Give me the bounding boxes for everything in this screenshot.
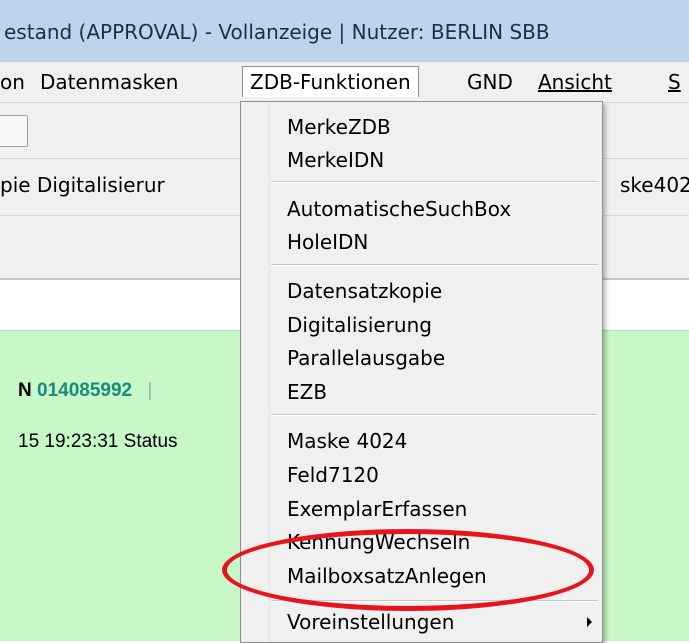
menu-option-kennungwechseln[interactable]: KennungWechseln — [287, 527, 470, 557]
record-label: N — [18, 380, 32, 401]
menu-option-digitalisierung[interactable]: Digitalisierung — [287, 310, 432, 340]
toolbar-function-links[interactable]: pie Digitalisierur — [0, 173, 165, 197]
zdb-funktionen-dropdown: MerkeZDB MerkeIDN AutomatischeSuchBox Ho… — [240, 101, 603, 643]
menu-item-partial[interactable]: on — [0, 67, 25, 97]
toolbar-button[interactable] — [0, 115, 28, 147]
menu-option-voreinstellungen[interactable]: Voreinstellungen — [287, 607, 454, 637]
window-title: estand (APPROVAL) - Vollanzeige | Nutzer… — [4, 20, 550, 44]
menu-option-feld7120[interactable]: Feld7120 — [287, 460, 379, 490]
record-header: N 014085992 | — [18, 380, 152, 402]
menu-option-automatischesuchbox[interactable]: AutomatischeSuchBox — [287, 194, 511, 224]
menu-option-merkeidn[interactable]: MerkeIDN — [287, 145, 384, 175]
menu-bar: on Datenmasken ZDB-Funktionen GND Ansich… — [0, 62, 689, 103]
menu-option-parallelausgabe[interactable]: Parallelausgabe — [287, 343, 445, 373]
menu-option-holeidn[interactable]: HoleIDN — [287, 227, 368, 257]
title-bar: estand (APPROVAL) - Vollanzeige | Nutzer… — [0, 0, 689, 62]
menu-separator — [271, 414, 598, 416]
menu-separator — [271, 264, 598, 266]
toolbar-function-maske[interactable]: ske402 — [620, 173, 689, 197]
menu-gutter — [269, 102, 270, 642]
record-date-status: 15 19:23:31 Status — [18, 431, 178, 452]
submenu-arrow-icon — [587, 617, 592, 627]
record-separator: | — [147, 380, 153, 401]
menu-separator — [271, 600, 598, 602]
menu-separator — [271, 181, 598, 183]
menu-option-exemplarerfassen[interactable]: ExemplarErfassen — [287, 494, 467, 524]
menu-option-maske-4024[interactable]: Maske 4024 — [287, 426, 407, 456]
record-id[interactable]: 014085992 — [37, 380, 132, 401]
menu-option-merkezdb[interactable]: MerkeZDB — [287, 112, 391, 142]
menu-option-ezb[interactable]: EZB — [287, 377, 327, 407]
menu-item-gnd[interactable]: GND — [467, 67, 513, 97]
menu-item-datenmasken[interactable]: Datenmasken — [40, 67, 179, 97]
menu-item-ansicht[interactable]: Ansicht — [538, 67, 612, 97]
menu-item-zdb-funktionen[interactable]: ZDB-Funktionen — [242, 66, 419, 97]
menu-item-truncated[interactable]: S — [668, 67, 681, 97]
menu-option-datensatzkopie[interactable]: Datensatzkopie — [287, 276, 442, 306]
menu-option-mailboxsatzanlegen[interactable]: MailboxsatzAnlegen — [287, 561, 487, 591]
